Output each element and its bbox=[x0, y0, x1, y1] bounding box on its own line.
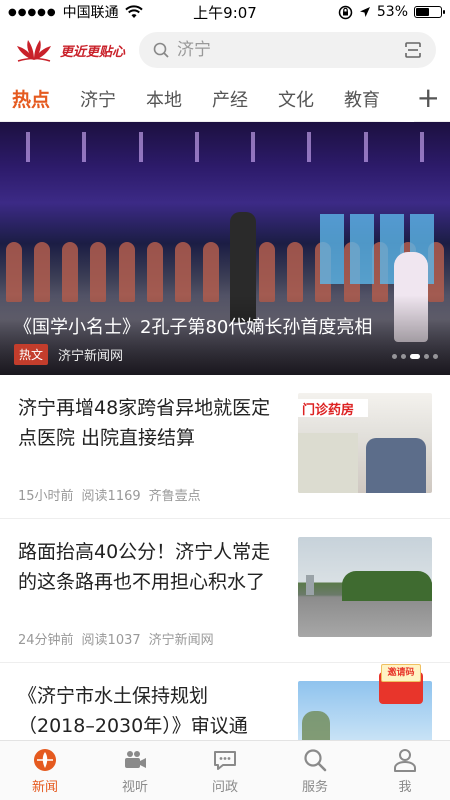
hot-tag-badge: 热文 bbox=[14, 344, 49, 365]
thumbnail-sign: 门诊药房 bbox=[298, 399, 368, 418]
banner-meta: 热文 济宁新闻网 bbox=[14, 344, 123, 365]
news-icon bbox=[34, 748, 56, 771]
tabbar-service[interactable]: 服务 bbox=[270, 741, 360, 800]
scan-icon[interactable] bbox=[404, 41, 422, 59]
article-title[interactable]: 路面抬高40公分！济宁人常走的这条路再也不用担心积水了 bbox=[18, 537, 284, 597]
article-meta: 15小时前 阅读1169 齐鲁壹点 bbox=[18, 485, 284, 504]
banner-title[interactable]: 《国学小名士》2孔子第80代嫡长孙首度亮相 bbox=[14, 313, 372, 339]
tab-culture[interactable]: 文化 bbox=[278, 86, 314, 112]
tab-jining[interactable]: 济宁 bbox=[80, 86, 116, 112]
article-main: 《济宁市水土保持规划（2018–2030年）》审议通 bbox=[18, 681, 298, 745]
list-item[interactable]: 路面抬高40公分！济宁人常走的这条路再也不用担心积水了 24分钟前 阅读1037… bbox=[0, 519, 450, 663]
location-icon bbox=[359, 7, 370, 17]
article-reads: 阅读1037 bbox=[81, 633, 141, 648]
search-input[interactable] bbox=[177, 40, 396, 60]
battery-icon bbox=[414, 6, 445, 18]
logo[interactable]: 更近更贴心 bbox=[14, 36, 139, 64]
search-icon bbox=[304, 748, 327, 771]
add-tab-icon[interactable]: + bbox=[416, 84, 440, 112]
header: 更近更贴心 bbox=[0, 24, 450, 76]
article-source: 济宁新闻网 bbox=[148, 633, 214, 648]
article-meta: 24分钟前 阅读1037 济宁新闻网 bbox=[18, 629, 284, 648]
carousel-dot[interactable] bbox=[401, 354, 406, 359]
camera-icon bbox=[125, 750, 146, 768]
category-tabs: 热点 济宁 本地 产经 文化 教育 + bbox=[0, 76, 450, 122]
status-right: 53% bbox=[338, 4, 445, 20]
banner-carousel[interactable]: 《国学小名士》2孔子第80代嫡长孙首度亮相 热文 济宁新闻网 bbox=[0, 122, 450, 375]
article-reads: 阅读1169 bbox=[81, 489, 141, 504]
battery-fill bbox=[416, 8, 429, 16]
list-item[interactable]: 济宁再增48家跨省异地就医定点医院 出院直接结算 15小时前 阅读1169 齐鲁… bbox=[0, 375, 450, 519]
lotus-logo-icon bbox=[17, 40, 51, 62]
article-time: 24分钟前 bbox=[18, 633, 74, 648]
signal-icon: ●●●●● bbox=[8, 6, 57, 18]
carrier-name: 中国联通 bbox=[62, 5, 119, 21]
tabbar-news[interactable]: 新闻 bbox=[0, 741, 90, 800]
bottom-tab-bar: 新闻 视听 问政 服务 我 bbox=[0, 740, 450, 800]
tab-local[interactable]: 本地 bbox=[146, 86, 182, 112]
article-thumbnail[interactable]: 门诊药房 bbox=[298, 393, 432, 493]
tabbar-video[interactable]: 视听 bbox=[90, 741, 180, 800]
tabbar-label: 新闻 bbox=[31, 779, 58, 795]
tabbar-label: 问政 bbox=[211, 779, 238, 795]
tab-economy[interactable]: 产经 bbox=[212, 86, 248, 112]
tabbar-label: 视听 bbox=[121, 779, 148, 795]
article-main: 济宁再增48家跨省异地就医定点医院 出院直接结算 15小时前 阅读1169 齐鲁… bbox=[18, 393, 298, 504]
carousel-dot-active[interactable] bbox=[410, 354, 420, 359]
carousel-dot[interactable] bbox=[433, 354, 438, 359]
tabbar-me[interactable]: 我 bbox=[360, 741, 450, 800]
chat-icon bbox=[214, 750, 236, 770]
carousel-dot[interactable] bbox=[424, 354, 429, 359]
article-thumbnail[interactable] bbox=[298, 537, 432, 637]
wifi-icon bbox=[124, 5, 143, 18]
invite-code-button[interactable]: 邀请码 bbox=[379, 664, 425, 704]
tabbar-label: 我 bbox=[398, 779, 412, 795]
tab-hot[interactable]: 热点 bbox=[12, 85, 50, 112]
search-box[interactable] bbox=[139, 32, 436, 68]
search-icon bbox=[153, 42, 169, 58]
banner-image bbox=[0, 132, 450, 172]
rotation-lock-icon bbox=[338, 5, 353, 19]
status-left: ●●●●● 中国联通 bbox=[8, 2, 143, 22]
battery-percent: 53% bbox=[376, 4, 408, 20]
carousel-indicator[interactable] bbox=[392, 354, 438, 359]
article-source: 齐鲁壹点 bbox=[148, 489, 201, 504]
article-title[interactable]: 济宁再增48家跨省异地就医定点医院 出院直接结算 bbox=[18, 393, 284, 453]
article-time: 15小时前 bbox=[18, 489, 74, 504]
invite-code-label: 邀请码 bbox=[381, 664, 421, 682]
banner-source: 济宁新闻网 bbox=[58, 349, 124, 364]
tabbar-politics[interactable]: 问政 bbox=[180, 741, 270, 800]
tabs-fade bbox=[374, 76, 414, 122]
status-bar: ●●●●● 中国联通 上午9:07 53% bbox=[0, 0, 450, 24]
person-icon bbox=[394, 748, 416, 772]
article-title[interactable]: 《济宁市水土保持规划（2018–2030年）》审议通 bbox=[18, 681, 284, 741]
carousel-dot[interactable] bbox=[392, 354, 397, 359]
tabbar-label: 服务 bbox=[301, 779, 328, 795]
logo-slogan: 更近更贴心 bbox=[60, 44, 126, 60]
article-main: 路面抬高40公分！济宁人常走的这条路再也不用担心积水了 24分钟前 阅读1037… bbox=[18, 537, 298, 648]
